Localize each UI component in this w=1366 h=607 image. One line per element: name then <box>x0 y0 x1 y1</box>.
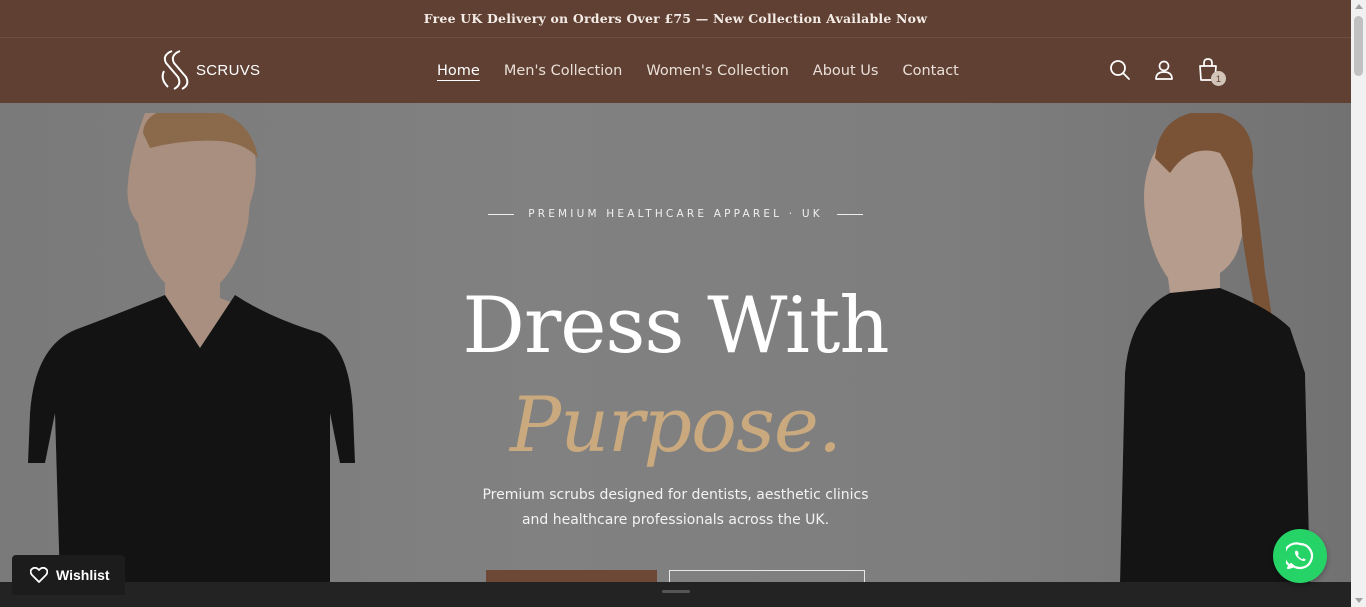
nav-mens-collection[interactable]: Men's Collection <box>504 63 623 79</box>
wishlist-button[interactable]: Wishlist <box>12 555 125 595</box>
nav-womens-collection[interactable]: Women's Collection <box>646 63 788 79</box>
eyebrow-text: PREMIUM HEALTHCARE APPAREL · UK <box>528 208 823 220</box>
main-nav: Home Men's Collection Women's Collection… <box>437 38 959 103</box>
announcement-text: Free UK Delivery on Orders Over £75 — Ne… <box>423 11 928 26</box>
hero-primary-button[interactable] <box>486 570 657 582</box>
user-icon <box>1155 60 1173 80</box>
hero-heading-line1: Dress With <box>462 281 889 371</box>
scroll-thumb[interactable] <box>1354 16 1363 76</box>
hero-subtext-line2: and healthcare professionals across the … <box>521 512 830 528</box>
eyebrow-line-left <box>488 213 515 215</box>
nav-contact[interactable]: Contact <box>902 63 958 79</box>
drag-handle[interactable] <box>662 590 690 593</box>
site-header: SCRUVS Home Men's Collection Women's Col… <box>0 38 1351 103</box>
whatsapp-icon <box>1286 542 1314 570</box>
logo[interactable]: SCRUVS <box>158 47 260 93</box>
cart-button[interactable]: 1 <box>1196 58 1226 86</box>
search-button[interactable] <box>1108 58 1132 82</box>
eyebrow-line-right <box>836 213 864 215</box>
nav-home[interactable]: Home <box>437 63 480 79</box>
cart-count-badge: 1 <box>1211 71 1226 86</box>
hero-section: PREMIUM HEALTHCARE APPAREL · UK Dress Wi… <box>0 103 1351 582</box>
hero-subtext: Premium scrubs designed for dentists, ae… <box>0 483 1351 533</box>
heart-icon <box>30 567 48 583</box>
page-scrollbar[interactable] <box>1351 0 1366 607</box>
scroll-up-arrow-icon[interactable] <box>1355 4 1363 9</box>
logo-text: SCRUVS <box>196 61 261 79</box>
wishlist-label: Wishlist <box>56 567 110 583</box>
logo-icon <box>161 50 189 90</box>
search-icon <box>1110 60 1130 80</box>
scroll-down-arrow-icon[interactable] <box>1355 598 1363 603</box>
account-button[interactable] <box>1152 58 1176 82</box>
announcement-bar: Free UK Delivery on Orders Over £75 — Ne… <box>0 0 1351 38</box>
nav-about-us[interactable]: About Us <box>813 63 879 79</box>
hero-secondary-button[interactable] <box>669 570 865 582</box>
hero-eyebrow: PREMIUM HEALTHCARE APPAREL · UK <box>488 208 864 220</box>
bottom-bar <box>0 582 1351 607</box>
whatsapp-button[interactable] <box>1273 529 1327 583</box>
hero-subtext-line1: Premium scrubs designed for dentists, ae… <box>482 487 869 503</box>
hero-heading-line2: Purpose. <box>510 380 842 469</box>
